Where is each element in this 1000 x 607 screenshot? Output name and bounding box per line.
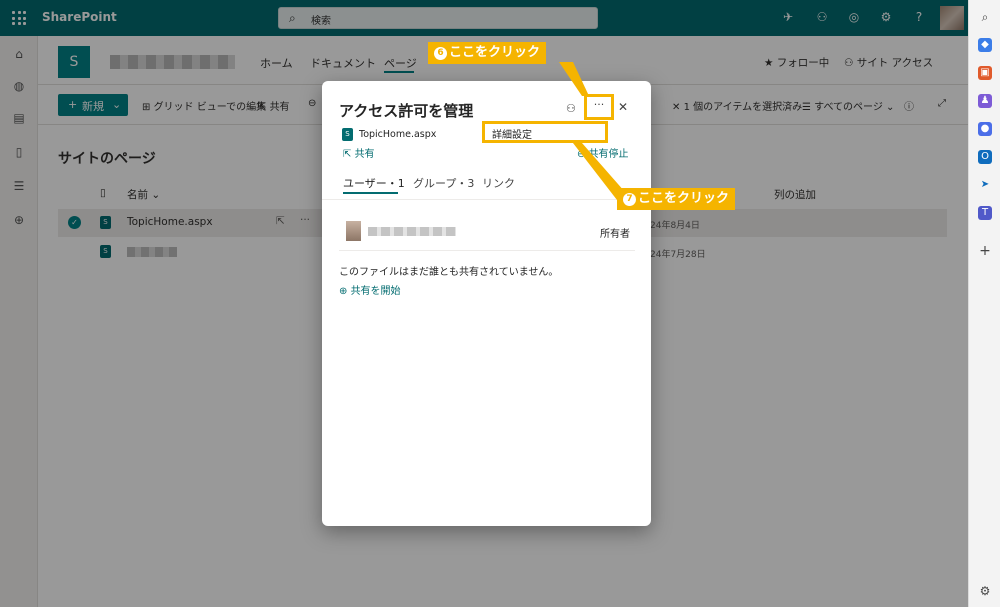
minus-circle-icon: ⊖ — [577, 149, 589, 160]
page-file-icon: S — [342, 128, 353, 141]
step-number: 7 — [623, 193, 636, 206]
divider — [322, 199, 651, 200]
send-icon[interactable]: ➤ — [978, 178, 992, 192]
empty-state-text: このファイルはまだ誰とも共有されていません。 — [339, 267, 559, 278]
dialog-title: アクセス許可を管理 — [339, 102, 474, 120]
owner-name-blurred — [368, 227, 456, 236]
avatar — [346, 221, 361, 241]
people-icon[interactable]: ♟ — [978, 94, 992, 108]
teams-icon[interactable]: T — [978, 206, 992, 220]
callout-step7: 7 ここをクリック — [617, 188, 736, 210]
callout-text: ここをクリック — [449, 45, 541, 60]
stop-sharing-link[interactable]: ⊖ 共有停止 — [577, 145, 629, 160]
copilot-icon[interactable]: ● — [978, 122, 992, 136]
search-icon[interactable]: ⌕ — [978, 10, 992, 24]
more-options-menu: 詳細設定 — [482, 121, 608, 143]
tab-users[interactable]: ユーザー・1 — [343, 175, 405, 191]
manage-access-dialog: アクセス許可を管理 ⚇ ··· ✕ S TopicHome.aspx ⇱ 共有 … — [322, 81, 651, 526]
settings-icon[interactable]: ⚙ — [978, 584, 992, 598]
tab-links[interactable]: リンク — [482, 175, 515, 191]
share-icon: ⇱ — [343, 149, 355, 160]
tag-icon[interactable]: ◆ — [978, 38, 992, 52]
tab-active-indicator — [343, 192, 398, 194]
callout-text: ここをクリック — [638, 191, 730, 206]
people-settings-icon[interactable]: ⚇ — [566, 102, 576, 115]
tab-groups[interactable]: グループ・3 — [413, 175, 474, 191]
close-icon[interactable]: ✕ — [618, 100, 628, 114]
divider — [339, 250, 635, 251]
share-link[interactable]: ⇱ 共有 — [343, 145, 375, 160]
step-number: 6 — [434, 47, 447, 60]
start-sharing-label: 共有を開始 — [350, 286, 401, 297]
dialog-file-name: TopicHome.aspx — [359, 129, 437, 140]
outlook-icon[interactable]: O — [978, 150, 992, 164]
add-circle-icon: ⊕ — [339, 286, 351, 297]
stop-sharing-label: 共有停止 — [588, 149, 629, 160]
more-button-highlight — [584, 94, 614, 120]
owner-role[interactable]: 所有者 — [600, 225, 630, 240]
advanced-settings-menu-item[interactable]: 詳細設定 — [492, 126, 532, 141]
start-sharing-link[interactable]: ⊕ 共有を開始 — [339, 282, 401, 297]
share-label: 共有 — [354, 149, 375, 160]
browser-sidebar: ⌕ ◆ ▣ ♟ ● O ➤ T + ⚙ — [968, 0, 1000, 607]
add-icon[interactable]: + — [978, 244, 992, 258]
briefcase-icon[interactable]: ▣ — [978, 66, 992, 80]
callout-step6: 6 ここをクリック — [428, 42, 547, 64]
